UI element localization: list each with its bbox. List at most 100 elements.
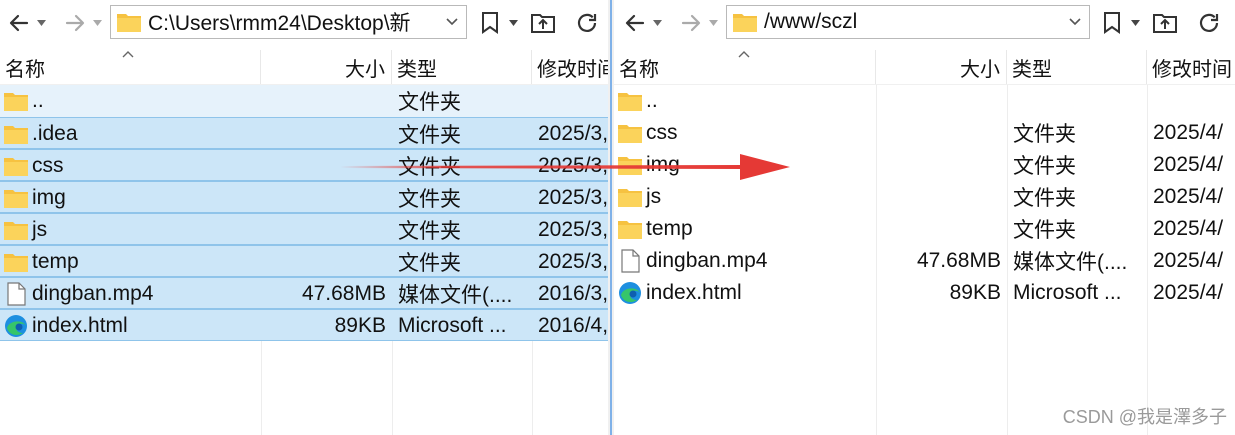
left-address-bar[interactable]: C:\Users\rmm24\Desktop\新 — [110, 5, 467, 39]
left-toolbar: C:\Users\rmm24\Desktop\新 — [0, 0, 608, 47]
file-row[interactable]: .. 文件夹 — [0, 85, 608, 117]
file-size — [876, 85, 1007, 117]
address-history-dropdown[interactable] — [438, 18, 466, 26]
parent-folder-button[interactable] — [528, 8, 558, 38]
forward-button[interactable] — [676, 8, 706, 38]
file-size — [876, 149, 1007, 181]
file-date — [1147, 85, 1235, 117]
file-date: 2025/3, — [538, 218, 608, 241]
right-file-list: .. css 文件夹 2025/4/img 文件夹 2025/4/js 文件夹 2025/4/… — [614, 85, 1235, 435]
file-name: img — [646, 153, 680, 176]
left-column-header: 名称 大小 类型 修改时间 — [0, 50, 608, 85]
file-row[interactable]: .idea 文件夹 2025/3, — [0, 117, 608, 149]
file-row[interactable]: index.html 89KB Microsoft ... 2016/4, — [0, 309, 608, 341]
file-date: 2025/3, — [538, 122, 608, 145]
remote-file-pane: /www/sczl 名称 大小 类型 修改时间 .. css 文件夹 2025/4/i… — [614, 0, 1235, 435]
file-date: 2025/4/ — [1153, 281, 1224, 304]
file-date: 2025/3, — [538, 250, 608, 273]
chevron-down-icon — [1069, 18, 1081, 26]
parent-folder-button[interactable] — [1150, 8, 1180, 38]
refresh-button[interactable] — [1194, 8, 1224, 38]
file-name: .. — [32, 89, 44, 112]
file-type: 文件夹 — [398, 124, 461, 147]
file-type: 文件夹 — [1013, 219, 1076, 242]
arrow-left-icon — [9, 14, 29, 32]
arrow-right-icon — [65, 14, 85, 32]
file-date: 2016/4, — [538, 314, 608, 337]
file-type: 文件夹 — [398, 220, 461, 243]
column-date[interactable]: 修改时间 — [532, 50, 608, 84]
column-size[interactable]: 大小 — [261, 50, 392, 84]
bookmark-dropdown[interactable] — [508, 12, 518, 34]
bookmark-icon — [482, 12, 498, 34]
file-name: index.html — [646, 281, 742, 304]
file-row[interactable]: temp 文件夹 2025/4/ — [614, 213, 1235, 245]
file-date: 2025/4/ — [1153, 121, 1224, 144]
right-address-text: /www/sczl — [764, 10, 858, 33]
caret-down-icon — [92, 20, 102, 26]
file-size: 89KB — [334, 314, 386, 337]
file-type: 媒体文件(.... — [1013, 251, 1128, 274]
folder-icon — [117, 14, 141, 32]
caret-down-icon — [1130, 20, 1140, 26]
right-address-bar[interactable]: /www/sczl — [726, 5, 1090, 39]
file-name: img — [32, 186, 66, 209]
local-file-pane: C:\Users\rmm24\Desktop\新 名称 大小 类型 修改时间 .… — [0, 0, 608, 435]
file-type: Microsoft ... — [398, 314, 507, 337]
column-type[interactable]: 类型 — [392, 50, 532, 84]
file-row[interactable]: css 文件夹 2025/4/ — [614, 117, 1235, 149]
file-name: .. — [646, 89, 658, 112]
pane-splitter-line — [610, 0, 612, 435]
file-row[interactable]: index.html 89KB Microsoft ... 2025/4/ — [614, 277, 1235, 309]
file-type: 文件夹 — [398, 156, 461, 179]
back-history-dropdown[interactable] — [36, 12, 46, 34]
caret-down-icon — [652, 20, 662, 26]
bookmark-button[interactable] — [1098, 8, 1126, 38]
file-date: 2025/4/ — [1153, 249, 1224, 272]
refresh-icon — [1199, 13, 1219, 32]
file-row[interactable]: img 文件夹 2025/3, — [0, 181, 608, 213]
file-date: 2025/3, — [538, 154, 608, 177]
chevron-down-icon — [446, 18, 458, 26]
file-name: dingban.mp4 — [32, 282, 154, 305]
file-size — [876, 213, 1007, 245]
file-name: js — [32, 218, 48, 241]
file-name: index.html — [32, 314, 128, 337]
file-size: 47.68MB — [301, 282, 386, 305]
forward-history-dropdown[interactable] — [708, 12, 718, 34]
back-history-dropdown[interactable] — [652, 12, 662, 34]
bookmark-dropdown[interactable] — [1130, 12, 1140, 34]
file-row[interactable]: dingban.mp4 47.68MB 媒体文件(.... 2016/3, — [0, 277, 608, 309]
file-row[interactable]: css 文件夹 2025/3, — [0, 149, 608, 181]
file-name: css — [32, 154, 64, 177]
file-row[interactable]: js 文件夹 2025/3, — [0, 213, 608, 245]
file-row[interactable]: dingban.mp4 47.68MB 媒体文件(.... 2025/4/ — [614, 245, 1235, 277]
back-button[interactable] — [620, 8, 650, 38]
file-type — [1007, 85, 1147, 117]
right-toolbar: /www/sczl — [614, 0, 1235, 47]
file-size — [876, 181, 1007, 213]
right-column-header: 名称 大小 类型 修改时间 — [614, 50, 1235, 85]
file-size — [261, 150, 392, 182]
file-row[interactable]: js 文件夹 2025/4/ — [614, 181, 1235, 213]
file-type: 文件夹 — [398, 252, 461, 275]
caret-down-icon — [36, 20, 46, 26]
column-date[interactable]: 修改时间 — [1147, 50, 1235, 84]
file-size — [261, 182, 392, 214]
forward-history-dropdown[interactable] — [92, 12, 102, 34]
back-button[interactable] — [4, 8, 34, 38]
file-row[interactable]: img 文件夹 2025/4/ — [614, 149, 1235, 181]
address-history-dropdown[interactable] — [1061, 18, 1089, 26]
column-size[interactable]: 大小 — [876, 50, 1007, 84]
file-row[interactable]: .. — [614, 85, 1235, 117]
folder-up-icon — [1153, 14, 1177, 33]
column-type[interactable]: 类型 — [1007, 50, 1147, 84]
bookmark-icon — [1104, 12, 1120, 34]
file-type: 文件夹 — [1013, 155, 1076, 178]
forward-button[interactable] — [60, 8, 90, 38]
file-row[interactable]: temp 文件夹 2025/3, — [0, 245, 608, 277]
file-date: 2025/4/ — [1153, 217, 1224, 240]
file-date: 2025/4/ — [1153, 185, 1224, 208]
refresh-button[interactable] — [572, 8, 602, 38]
bookmark-button[interactable] — [476, 8, 504, 38]
